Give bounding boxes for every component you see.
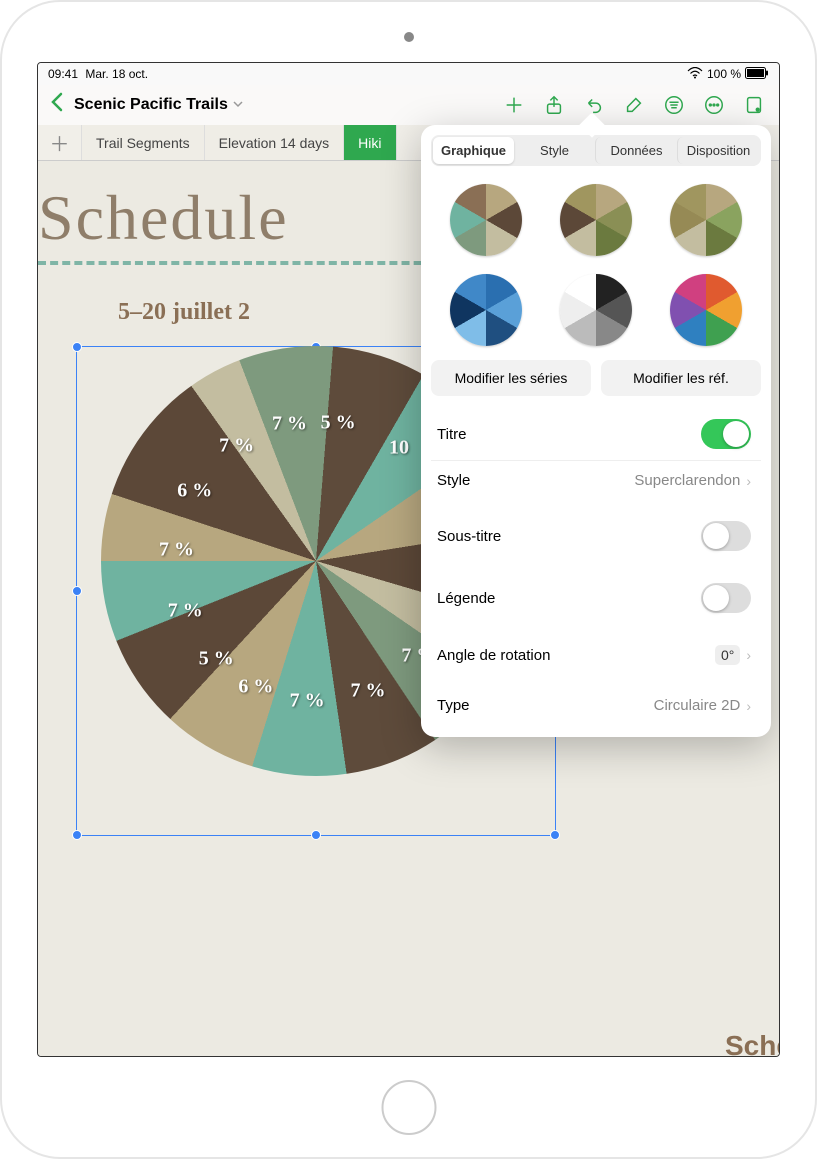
pie-slice-label: 7 % <box>290 689 325 712</box>
color-theme-swatch[interactable] <box>450 184 522 256</box>
toggle-legende[interactable] <box>701 583 751 613</box>
chevron-right-icon: › <box>746 698 751 714</box>
row-legende: Légende <box>431 572 761 624</box>
pie-slice-label: 7 % <box>159 538 194 561</box>
secondary-heading: Sched Completin <box>672 1029 779 1056</box>
pie-slice-label: 7 % <box>351 679 386 702</box>
pie-slice-label: 6 % <box>177 480 212 503</box>
home-button[interactable] <box>381 1080 436 1135</box>
sheet-tab-1[interactable]: Trail Segments <box>82 125 205 160</box>
row-soustitre: Sous-titre <box>431 510 761 562</box>
color-theme-swatch[interactable] <box>670 274 742 346</box>
status-date: Mar. 18 oct. <box>85 67 148 81</box>
wifi-icon <box>687 67 703 82</box>
color-theme-swatches <box>431 178 761 360</box>
format-brush-button[interactable] <box>617 88 651 122</box>
color-theme-swatch[interactable] <box>560 274 632 346</box>
popover-tabs: Graphique Style Données Disposition <box>431 135 761 166</box>
pie-slice-label: 7 % <box>272 412 307 435</box>
tab-disposition[interactable]: Disposition <box>677 137 759 164</box>
pie-slice-label: 5 % <box>321 411 356 434</box>
edit-series-button[interactable]: Modifier les séries <box>431 360 591 396</box>
row-angle[interactable]: Angle de rotation 0°› <box>431 634 761 676</box>
pie-slice-label: 10 <box>389 437 409 460</box>
toggle-titre[interactable] <box>701 419 751 449</box>
chevron-right-icon: › <box>746 473 751 489</box>
share-button[interactable] <box>537 88 571 122</box>
sheet-tab-2[interactable]: Elevation 14 days <box>205 125 345 160</box>
filter-button[interactable] <box>657 88 691 122</box>
resize-handle[interactable] <box>72 342 82 352</box>
document-title-button[interactable]: Scenic Pacific Trails <box>74 96 244 114</box>
back-button[interactable] <box>46 92 68 118</box>
row-style[interactable]: Style Superclarendon› <box>431 460 761 500</box>
add-sheet-button[interactable]: ＋ <box>38 125 82 160</box>
sheet-tab-3[interactable]: Hiki <box>344 125 396 160</box>
pie-slice-label: 7 % <box>168 599 203 622</box>
toggle-soustitre[interactable] <box>701 521 751 551</box>
insert-button[interactable] <box>497 88 531 122</box>
chevron-right-icon: › <box>746 647 751 663</box>
app-toolbar: Scenic Pacific Trails <box>38 85 779 125</box>
status-bar: 09:41 Mar. 18 oct. 100 % <box>38 63 779 85</box>
color-theme-swatch[interactable] <box>670 184 742 256</box>
pie-slice-label: 5 % <box>199 648 234 671</box>
edit-references-button[interactable]: Modifier les réf. <box>601 360 761 396</box>
battery-icon <box>745 67 769 82</box>
chevron-down-icon <box>232 98 244 113</box>
pie-slice-label: 7 % <box>219 434 254 457</box>
popover-options-list: Titre Style Superclarendon› <box>431 408 761 500</box>
front-camera <box>404 32 414 42</box>
more-button[interactable] <box>697 88 731 122</box>
resize-handle[interactable] <box>72 830 82 840</box>
color-theme-swatch[interactable] <box>450 274 522 346</box>
tab-graphique[interactable]: Graphique <box>433 137 514 164</box>
heading-divider <box>38 261 458 265</box>
tab-style[interactable]: Style <box>514 137 595 164</box>
pie-slice-label: 6 % <box>238 676 273 699</box>
resize-handle[interactable] <box>311 830 321 840</box>
color-theme-swatch[interactable] <box>560 184 632 256</box>
row-type[interactable]: Type Circulaire 2D› <box>431 686 761 725</box>
tab-donnees[interactable]: Données <box>595 137 677 164</box>
resize-handle[interactable] <box>550 830 560 840</box>
collaborate-button[interactable] <box>737 88 771 122</box>
document-title: Scenic Pacific Trails <box>74 96 228 114</box>
resize-handle[interactable] <box>72 586 82 596</box>
battery-percent: 100 % <box>707 67 741 81</box>
format-popover: Graphique Style Données Disposition Modi… <box>421 125 771 737</box>
status-time: 09:41 <box>48 67 78 81</box>
row-titre: Titre <box>431 408 761 460</box>
